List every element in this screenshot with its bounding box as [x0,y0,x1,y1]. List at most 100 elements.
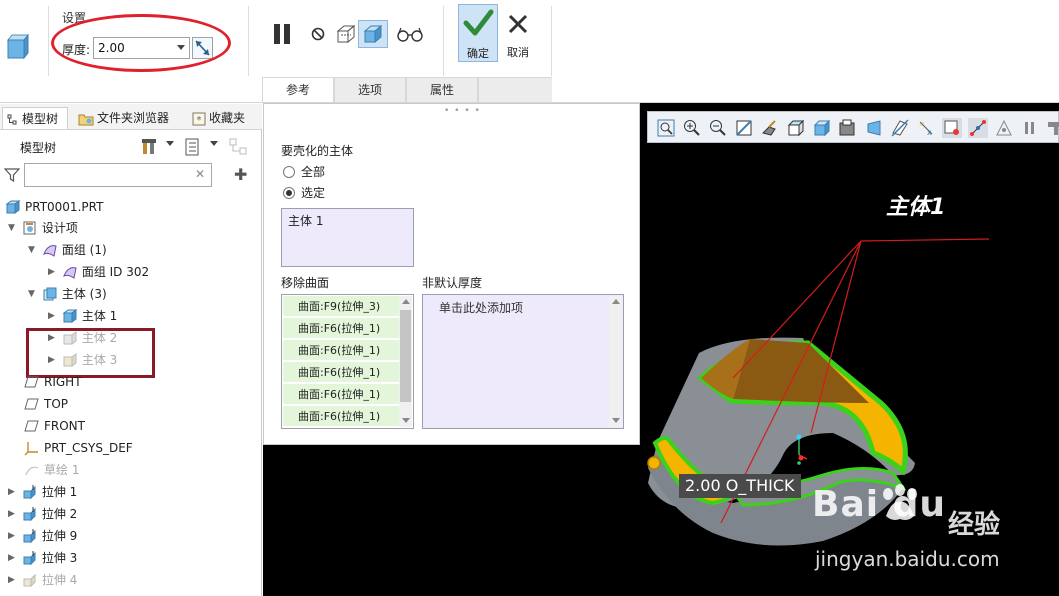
no-preview-button[interactable] [304,20,332,48]
annotation-display-icon[interactable] [942,118,962,138]
more-tools-icon[interactable] [1046,118,1059,138]
expand-icon[interactable]: ▶ [8,526,18,546]
no-entry-icon [311,27,325,41]
graphics-toolbar: * x [647,111,1059,143]
scroll-down-icon[interactable] [612,418,620,423]
tree-item-sketch-1[interactable]: 草绘 1 [24,460,79,480]
tree-item-right-plane[interactable]: RIGHT [24,372,82,392]
list-item[interactable]: 曲面:F9(拉伸_3) [283,296,399,317]
radio-selected-label: 选定 [301,186,326,200]
orient-icon[interactable] [760,118,780,138]
tree-item-csys[interactable]: PRT_CSYS_DEF [24,438,133,458]
radio-button[interactable] [283,165,295,178]
repaint-icon[interactable] [734,118,754,138]
list-item[interactable]: 曲面:F6(拉伸_1) [283,318,399,339]
show-columns-icon[interactable] [184,138,200,156]
add-icon[interactable]: ✚ [234,165,247,184]
tab-properties[interactable]: 属性 [406,77,478,102]
tree-search-input[interactable]: ✕ [24,163,212,187]
body-icon [62,308,78,323]
tree-item-design-items[interactable]: ▼ 设计项 [8,218,78,238]
tree-item-front-plane[interactable]: FRONT [24,416,85,436]
saved-views-icon[interactable] [812,118,832,138]
tree-item-top-plane[interactable]: TOP [24,394,68,414]
zoom-in-icon[interactable] [682,118,702,138]
radio-button-selected[interactable] [283,186,295,199]
list-item[interactable]: 主体 1 [288,212,323,229]
tree-item-quilt-302[interactable]: ▶ 面组 ID 302 [48,262,149,282]
ok-label: 确定 [467,47,489,60]
view-manager-icon[interactable] [838,118,858,138]
chevron-down-icon[interactable] [210,141,218,146]
bodies-collector[interactable]: 主体 1 [281,208,414,267]
scroll-up-icon[interactable] [612,299,620,304]
tree-item-quilts[interactable]: ▼ 面组 (1) [28,240,107,260]
list-item[interactable]: 曲面:F6(拉伸_1) [283,340,399,361]
list-item[interactable]: 曲面:F6(拉伸_1) [283,406,399,427]
design-items-icon [23,221,36,234]
scrollbar[interactable] [399,296,412,427]
chevron-down-icon[interactable] [166,141,174,146]
filter-icon[interactable] [4,167,20,183]
csys-display-icon[interactable] [968,118,988,138]
svg-text:x: x [927,128,932,137]
tree-item-bodies[interactable]: ▼ 主体 (3) [28,284,107,304]
scrollbar-thumb[interactable] [400,310,411,402]
tree-item-extrude-9[interactable]: ▶ 拉伸 9 [8,526,77,546]
tab-folder-browser[interactable]: 文件夹浏览器 [74,107,182,129]
list-item[interactable]: 曲面:F6(拉伸_1) [283,384,399,405]
tab-references[interactable]: 参考 [262,77,334,102]
tree-item-extrude-4[interactable]: ▶ 拉伸 4 [8,570,77,590]
tree-item-extrude-3[interactable]: ▶ 拉伸 3 [8,548,77,568]
refit-icon[interactable] [656,118,676,138]
radio-all-bodies[interactable]: 全部 [283,164,325,180]
glasses-preview-button[interactable] [394,20,426,48]
spin-center-icon[interactable] [994,118,1014,138]
list-item[interactable]: 曲面:F6(拉伸_1) [283,362,399,383]
cancel-button[interactable]: 取消 [500,4,536,62]
datum-display-icon[interactable]: *x [916,118,936,138]
radio-selected-bodies[interactable]: 选定 [283,185,325,201]
tree-filter-disabled-icon[interactable] [228,137,250,157]
expand-icon[interactable]: ▶ [8,504,18,524]
section-icon[interactable] [890,118,910,138]
ok-button[interactable]: 确定 [458,4,498,62]
tree-item-extrude-1[interactable]: ▶ 拉伸 1 [8,482,77,502]
pause-animation-icon[interactable] [1020,118,1040,138]
perspective-icon[interactable] [864,118,884,138]
scroll-up-icon[interactable] [402,299,410,304]
tab-options[interactable]: 选项 [334,77,406,102]
collapse-icon[interactable]: ▼ [28,284,38,304]
expand-icon[interactable]: ▶ [48,306,58,326]
tab-model-tree[interactable]: 模型树 [2,107,68,129]
scrollbar[interactable] [609,296,622,427]
collapse-icon[interactable]: ▼ [8,218,18,238]
add-item-prompt[interactable]: 单击此处添加项 [439,299,523,316]
nondefault-thickness-collector[interactable]: 单击此处添加项 [422,294,624,429]
tree-item-label: 主体 (3) [61,287,107,301]
tree-item-body-1[interactable]: ▶ 主体 1 [48,306,117,326]
tree-settings-icon[interactable] [140,137,160,157]
annotation-red-ellipse [51,14,231,72]
tab-strip-filler [478,77,552,102]
expand-icon[interactable]: ▶ [8,548,18,568]
tree-item-extrude-2[interactable]: ▶ 拉伸 2 [8,504,77,524]
separate-preview-button[interactable] [332,20,360,48]
datum-plane-icon [24,420,39,431]
tree-item-part[interactable]: PRT0001.PRT [5,197,103,217]
tab-favorites[interactable]: * 收藏夹 [188,107,258,129]
scroll-down-icon[interactable] [402,418,410,423]
clear-icon[interactable]: ✕ [195,167,205,181]
display-style-icon[interactable] [786,118,806,138]
tree-header-title: 模型树 [20,141,57,155]
pause-button[interactable] [268,20,296,48]
verify-preview-button[interactable] [358,20,388,48]
expand-icon[interactable]: ▶ [8,570,18,590]
remove-surfaces-collector[interactable]: 曲面:F9(拉伸_3) 曲面:F6(拉伸_1) 曲面:F6(拉伸_1) 曲面:F… [281,294,414,429]
resize-grip[interactable]: • • • • [444,106,481,116]
thickness-dimension-label[interactable]: 2.00 O_THICK [679,474,801,498]
expand-icon[interactable]: ▶ [48,262,58,282]
zoom-out-icon[interactable] [708,118,728,138]
collapse-icon[interactable]: ▼ [28,240,38,260]
expand-icon[interactable]: ▶ [8,482,18,502]
